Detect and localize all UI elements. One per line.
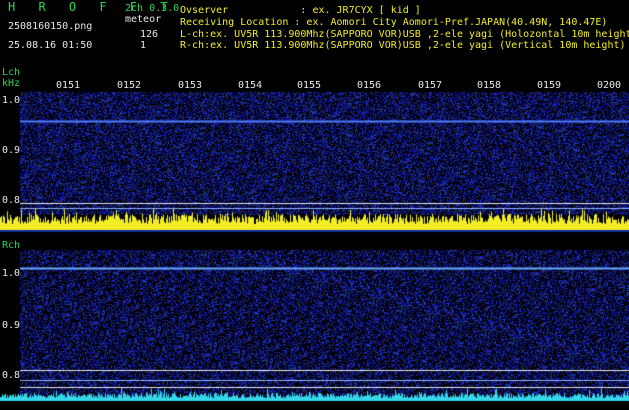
meteor-label: meteor: [125, 14, 162, 25]
rch-freq-tick: 1.0: [2, 268, 21, 279]
time-tick: 0158: [477, 80, 502, 91]
rch-freq-tick: 0.8: [2, 370, 21, 381]
datetime-label: 25.08.16 01:50: [8, 40, 93, 51]
time-tick: 0200: [597, 80, 622, 91]
rch-channel-label: Rch: [2, 240, 21, 251]
time-tick: 0152: [117, 80, 142, 91]
lch-freq-tick: 0.9: [2, 145, 21, 156]
observer-line: Ovserver : ex. JR7CYX [ kid ]: [180, 5, 421, 16]
time-tick: 0155: [297, 80, 322, 91]
lch-freq-tick: 0.8: [2, 195, 21, 206]
time-tick: 0156: [357, 80, 382, 91]
time-tick: 0153: [178, 80, 203, 91]
meteor-rch-count: 1: [140, 40, 147, 51]
location-line: Receiving Location : ex. Aomori City Aom…: [180, 17, 608, 28]
filename-label: 2508160150.png: [8, 21, 93, 32]
rch-freq-tick: 0.9: [2, 320, 21, 331]
lch-freq-tick: 1.0: [2, 95, 21, 106]
rch-config-line: R-ch:ex. UV5R 113.900Mhz(SAPPORO VOR)USB…: [180, 40, 626, 51]
time-tick: 0159: [537, 80, 562, 91]
spectrogram-canvas: [0, 0, 629, 410]
time-tick: 0154: [238, 80, 263, 91]
lch-unit-label: kHz: [2, 78, 21, 89]
time-tick: 0151: [56, 80, 81, 91]
time-tick: 0157: [418, 80, 443, 91]
